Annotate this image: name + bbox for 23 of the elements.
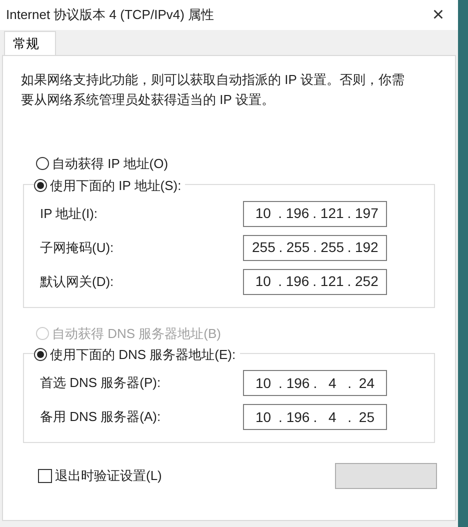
checkbox[interactable] [38, 469, 52, 483]
description: 如果网络支持此功能，则可以获取自动指派的 IP 设置。否则，你需要从网络系统管理员处获得适当的 IP 设置。 [20, 71, 406, 109]
window-title: Internet 协议版本 4 (TCP/IPv4) 属性 [6, 6, 214, 24]
field-label: 首选 DNS 服务器(P): [40, 374, 162, 392]
field-label: 默认网关(D): [40, 272, 115, 291]
ip-address-field[interactable]: 10 . 196 . 121 . 252 [243, 268, 387, 294]
radio-label: 自动获得 IP 地址(O) [52, 155, 168, 173]
ip-address-field[interactable]: 10 . 196 . 121 . 197 [243, 200, 387, 226]
radio-label: 使用下面的 IP 地址(S): [50, 176, 182, 195]
field-label: 子网掩码(U): [40, 238, 115, 257]
close-button[interactable]: × [424, 5, 452, 25]
field-label: 备用 DNS 服务器(A): [40, 408, 162, 426]
checkbox-label: 退出时验证设置(L) [55, 467, 162, 486]
field-label: IP 地址(I): [40, 204, 99, 223]
radio-button[interactable] [34, 178, 47, 192]
ip-address-field[interactable]: 255 . 255 . 255 . 192 [243, 234, 387, 260]
radio-button[interactable] [34, 348, 47, 362]
radio-button[interactable] [36, 157, 49, 170]
tab[interactable]: 常规 [4, 31, 56, 55]
ip-address-field[interactable]: 10 . 196 . 4 . 25 [243, 404, 387, 430]
radio-label: 自动获得 DNS 服务器地址(B) [52, 324, 221, 343]
ip-address-field[interactable]: 10 . 196 . 4 . 24 [243, 370, 387, 396]
radio-label: 使用下面的 DNS 服务器地址(E): [50, 346, 236, 364]
